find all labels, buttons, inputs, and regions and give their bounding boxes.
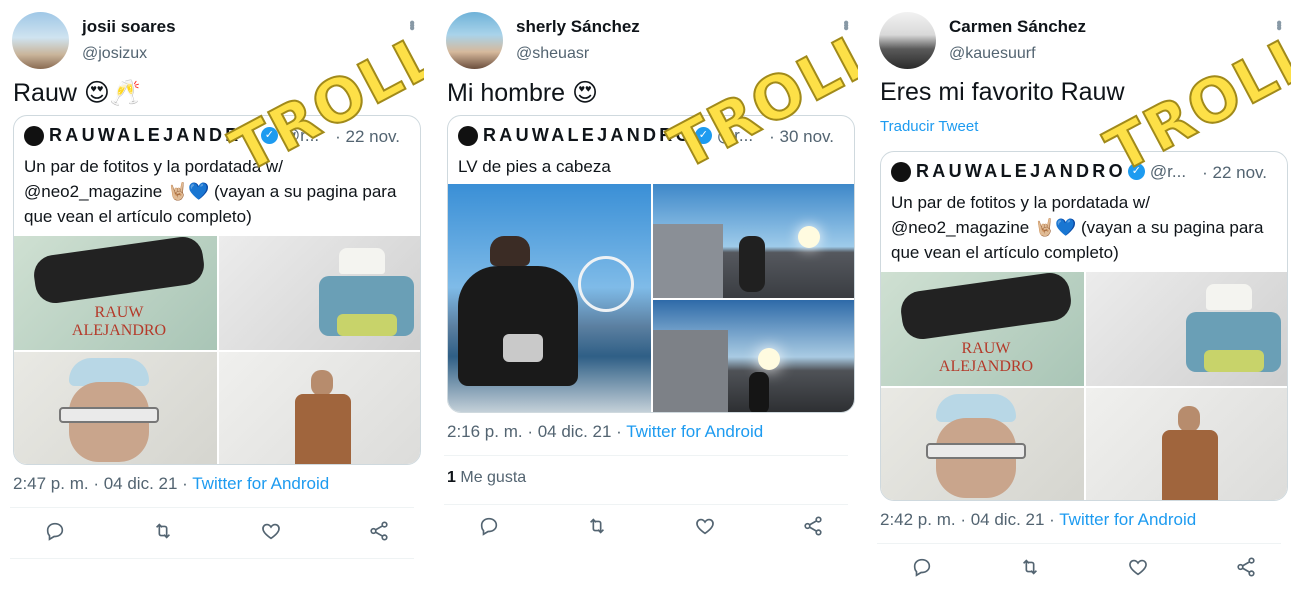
retweet-icon[interactable] [152, 520, 178, 546]
quoted-text: LV de pies a cabeza [458, 157, 611, 176]
tweet-panel-1: josii soares @josizux ••• Rauw 😍🥂 RAUWAL… [0, 0, 424, 589]
tweet-actions [867, 556, 1291, 586]
user-name[interactable]: josii soares [82, 17, 176, 37]
tweet-time: 2:42 p. m. · 04 dic. 21 · [880, 510, 1055, 529]
quoted-author: RAUWALEJANDRO [916, 161, 1126, 181]
photo-coat[interactable] [1086, 388, 1287, 500]
share-icon[interactable] [802, 515, 828, 541]
tweet-actions [434, 515, 858, 545]
divider [877, 543, 1281, 544]
share-icon[interactable] [368, 520, 394, 546]
tweet-source-link[interactable]: Twitter for Android [192, 474, 329, 493]
photo-rooftop[interactable] [653, 184, 854, 298]
tweet-meta: 2:47 p. m. · 04 dic. 21 · Twitter for An… [13, 474, 329, 494]
cover-text: RAUW ALEJANDRO [71, 304, 167, 339]
cover-image[interactable]: RAUW ALEJANDRO [14, 236, 217, 350]
quoted-tweet[interactable]: RAUWALEJANDRO ✓ @r... · 22 nov. Un par de … [880, 151, 1288, 501]
tweet-time: 2:47 p. m. · 04 dic. 21 · [13, 474, 188, 493]
tweet-meta: 2:16 p. m. · 04 dic. 21 · Twitter for An… [447, 422, 763, 442]
quoted-avatar [891, 161, 911, 182]
quoted-tweet[interactable]: RAUWALEJANDRO ✓ @r... · 30 nov. LV de pies… [447, 115, 855, 413]
like-icon[interactable] [260, 520, 286, 546]
like-icon[interactable] [1127, 556, 1153, 582]
reply-icon[interactable] [44, 520, 70, 546]
user-name[interactable]: sherly Sánchez [516, 17, 640, 37]
quoted-text: Un par de fotitos y la pordatada w/ @neo… [891, 193, 1264, 262]
tweet-panel-3: Carmen Sánchez @kauesuurf ••• Eres mi fa… [867, 0, 1291, 589]
tweet-meta: 2:42 p. m. · 04 dic. 21 · Twitter for An… [880, 510, 1196, 530]
photo-bucket-hat[interactable] [1086, 272, 1287, 386]
likes-number: 1 [447, 469, 456, 486]
reply-icon[interactable] [911, 556, 937, 582]
quoted-avatar [458, 125, 478, 146]
avatar[interactable] [446, 12, 503, 69]
likes-count[interactable]: 1 Me gusta [447, 469, 526, 487]
retweet-icon[interactable] [1019, 556, 1045, 582]
retweet-icon[interactable] [586, 515, 612, 541]
tweet-text: Mi hombre 😍 [447, 79, 599, 107]
photo-sunglasses[interactable] [881, 388, 1084, 500]
quoted-text: Un par de fotitos y la pordatada w/ @neo… [24, 157, 397, 226]
divider [444, 504, 848, 505]
tweet-panel-2: sherly Sánchez @sheuasr ••• Mi hombre 😍 … [434, 0, 858, 589]
photo-ferris-wheel[interactable] [448, 184, 651, 412]
user-handle[interactable]: @sheuasr [516, 45, 589, 63]
user-handle[interactable]: @kauesuurf [949, 45, 1036, 63]
tweet-source-link[interactable]: Twitter for Android [1059, 510, 1196, 529]
tweet-actions [0, 520, 424, 550]
like-icon[interactable] [694, 515, 720, 541]
divider [10, 507, 414, 508]
reply-icon[interactable] [478, 515, 504, 541]
photo-coat[interactable] [219, 352, 420, 464]
tweet-text: Rauw 😍🥂 [13, 79, 142, 107]
divider [444, 455, 848, 456]
photo-sunset[interactable] [653, 300, 854, 412]
user-handle[interactable]: @josizux [82, 45, 147, 63]
avatar[interactable] [879, 12, 936, 69]
quoted-tweet[interactable]: RAUWALEJANDRO ✓ @r... · 22 nov. Un par de … [13, 115, 421, 465]
tweet-time: 2:16 p. m. · 04 dic. 21 · [447, 422, 622, 441]
photo-bucket-hat[interactable] [219, 236, 420, 350]
avatar[interactable] [12, 12, 69, 69]
cover-text: RAUW ALEJANDRO [938, 340, 1034, 375]
user-name[interactable]: Carmen Sánchez [949, 17, 1086, 37]
quoted-date: · 22 nov. [1202, 163, 1267, 182]
divider [10, 558, 414, 559]
translate-tweet-link[interactable]: Traducir Tweet [880, 118, 978, 135]
tweet-text: Eres mi favorito Rauw [880, 78, 1125, 106]
photo-sunglasses[interactable] [14, 352, 217, 464]
cover-image[interactable]: RAUW ALEJANDRO [881, 272, 1084, 386]
tweet-source-link[interactable]: Twitter for Android [626, 422, 763, 441]
likes-label: Me gusta [460, 469, 527, 486]
quoted-avatar [24, 125, 44, 146]
share-icon[interactable] [1235, 556, 1261, 582]
